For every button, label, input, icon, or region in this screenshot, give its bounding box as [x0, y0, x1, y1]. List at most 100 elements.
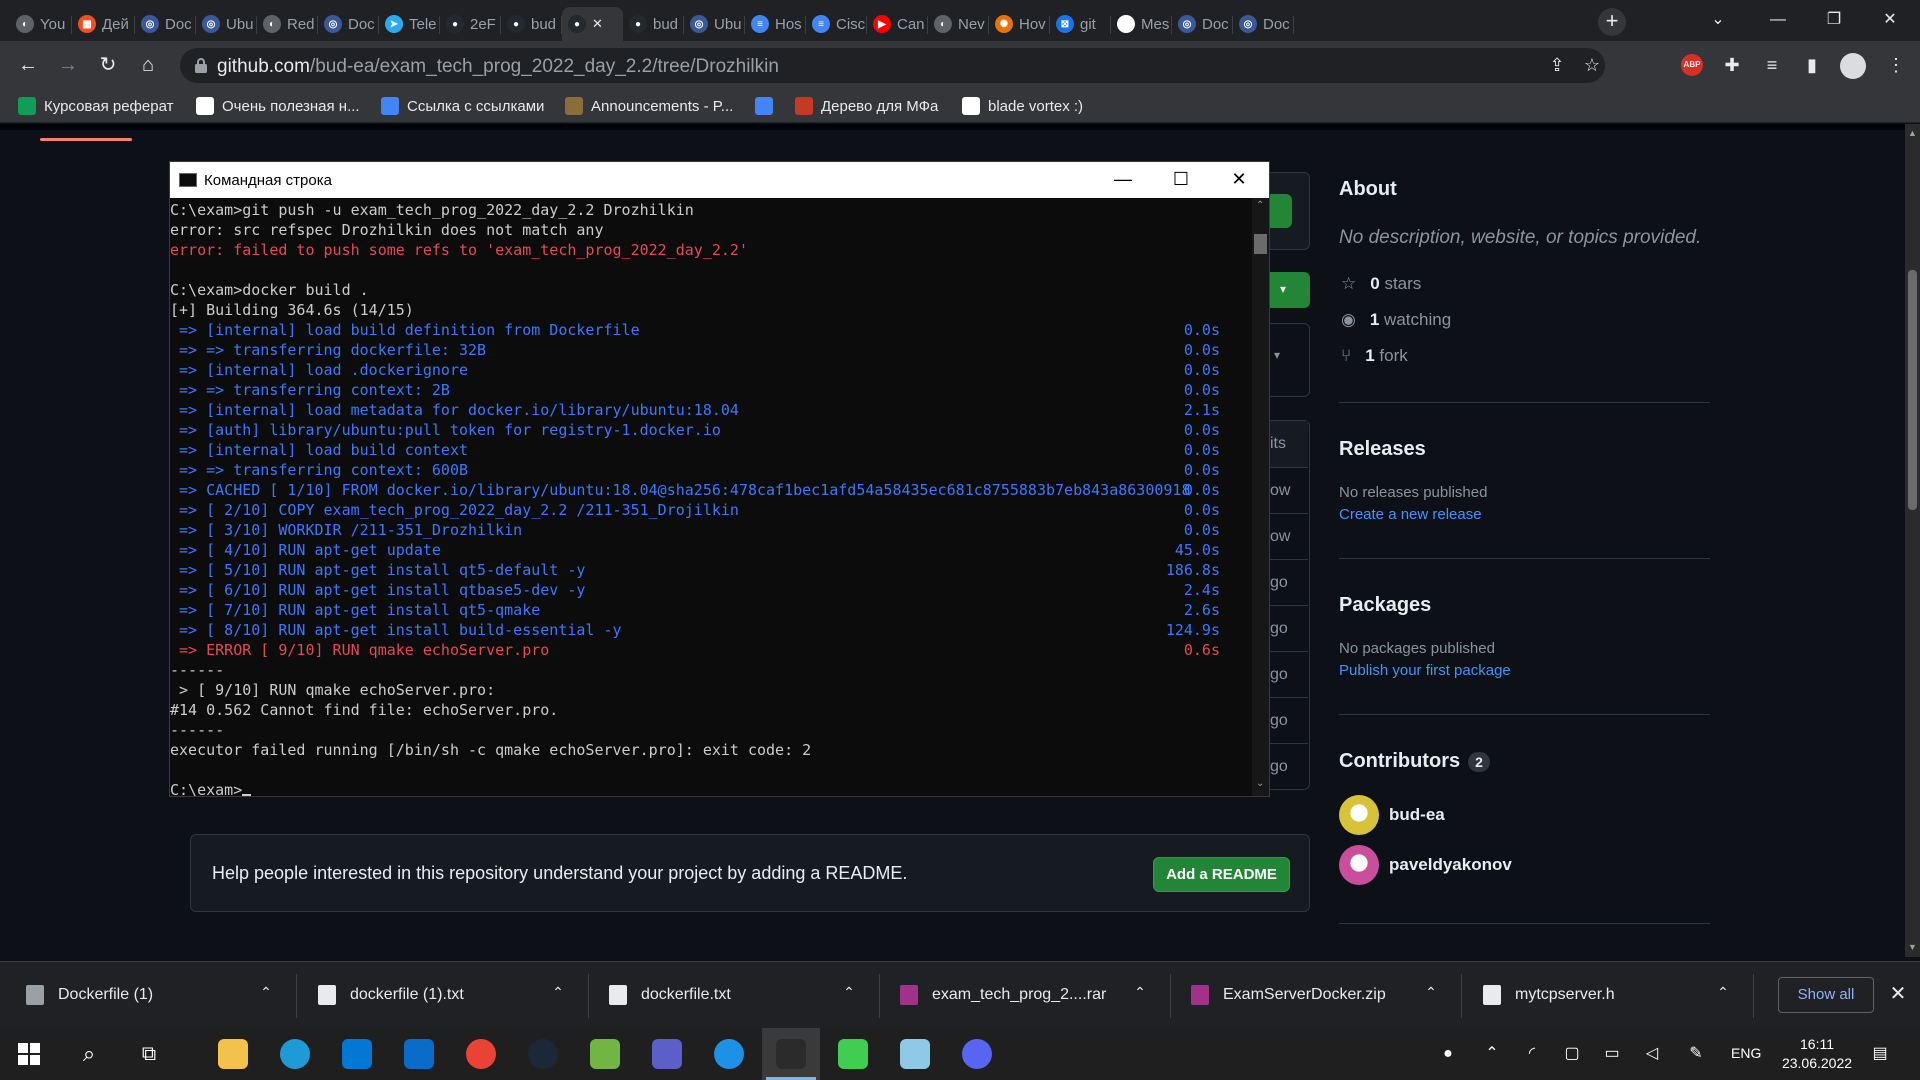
profile-avatar[interactable] — [1840, 53, 1866, 79]
extensions-puzzle-icon[interactable]: ✚ — [1720, 53, 1744, 77]
browser-tab[interactable]: ▶ Can — [867, 7, 928, 41]
cmd-scroll-thumb[interactable] — [1254, 234, 1267, 254]
cmd-console-output[interactable]: C:\exam>git push -u exam_tech_prog_2022_… — [170, 198, 1252, 796]
download-item[interactable]: mytcpserver.h — [1483, 962, 1713, 1028]
browser-tab[interactable]: ● bud — [623, 7, 684, 41]
browser-tab[interactable]: ◐ You — [10, 7, 72, 41]
create-release-link[interactable]: Create a new release — [1339, 506, 1482, 523]
show-all-downloads-button[interactable]: Show all — [1778, 977, 1874, 1013]
download-options-chevron-icon[interactable]: ⌃ — [1421, 984, 1441, 1001]
browser-tab[interactable]: ◎ Ubu — [196, 7, 257, 41]
bookmark-item[interactable]: Announcements - P... — [565, 95, 733, 117]
bookmark-item[interactable]: Ссылка с ссылками — [381, 95, 544, 117]
cmd-scroll-down-icon[interactable]: ⌄ — [1256, 778, 1264, 789]
download-item[interactable]: dockerfile.txt — [609, 962, 839, 1028]
search-icon[interactable]: ⌕ — [60, 1028, 118, 1080]
browser-tab[interactable]: ◎ Doc — [1233, 7, 1294, 41]
contributor-name[interactable]: paveldyakonov — [1389, 855, 1512, 875]
bluetooth-mouse-icon[interactable]: ● — [1436, 1042, 1460, 1066]
wifi-icon[interactable]: ◜ — [1520, 1042, 1544, 1066]
download-options-chevron-icon[interactable]: ⌃ — [256, 984, 276, 1001]
browser-tab[interactable]: ▣ Mes — [1111, 7, 1172, 41]
share-icon[interactable]: ⇪ — [1545, 53, 1569, 77]
download-options-chevron-icon[interactable]: ⌃ — [1713, 984, 1733, 1001]
browser-tab[interactable]: ◎ Doc — [318, 7, 379, 41]
command-prompt-window[interactable]: Командная строка — ☐ ✕ C:\exam>git push … — [169, 161, 1270, 797]
start-button[interactable] — [0, 1028, 58, 1080]
battery-icon[interactable]: ▭ — [1600, 1042, 1624, 1066]
cmd-scroll-up-icon[interactable]: ⌃ — [1256, 200, 1264, 211]
contributor-item[interactable]: paveldyakonov — [1339, 845, 1512, 885]
taskbar-app-store[interactable] — [328, 1028, 386, 1080]
browser-tab[interactable]: ● bud — [501, 7, 562, 41]
cmd-maximize-button[interactable]: ☐ — [1152, 162, 1210, 198]
taskbar-app-cmd[interactable] — [762, 1028, 820, 1080]
browser-tab[interactable]: ● 2eF — [440, 7, 501, 41]
star-bookmark-icon[interactable]: ☆ — [1580, 53, 1604, 77]
scroll-down-arrow-icon[interactable]: ▼ — [1908, 942, 1917, 952]
releases-heading[interactable]: Releases — [1339, 438, 1426, 461]
taskbar-app-docker[interactable] — [700, 1028, 758, 1080]
url-text[interactable]: github.com/bud-ea/exam_tech_prog_2022_da… — [217, 56, 779, 78]
avatar[interactable] — [1339, 795, 1379, 835]
bookmark-item[interactable]: Дерево для МФа — [795, 95, 938, 117]
browser-tab[interactable]: ◎ Ubu — [684, 7, 745, 41]
taskbar-app-explorer[interactable] — [204, 1028, 262, 1080]
bookmark-item[interactable]: Очень полезная н... — [196, 95, 360, 117]
taskbar-app-utorrent[interactable] — [576, 1028, 634, 1080]
browser-tab[interactable]: ≡ Hos — [745, 7, 806, 41]
taskbar-app-chrome[interactable] — [452, 1028, 510, 1080]
close-window-button[interactable]: ✕ — [1862, 0, 1918, 41]
publish-package-link[interactable]: Publish your first package — [1339, 662, 1511, 679]
show-hidden-icons-chevron[interactable]: ⌃ — [1480, 1042, 1504, 1066]
adblock-icon[interactable]: ABP — [1681, 54, 1703, 76]
contributor-name[interactable]: bud-ea — [1389, 805, 1445, 825]
download-options-chevron-icon[interactable]: ⌃ — [839, 984, 859, 1001]
download-item[interactable]: Dockerfile (1) — [26, 962, 256, 1028]
browser-tab[interactable]: ◎ Doc — [135, 7, 196, 41]
taskbar-app-mail[interactable] — [390, 1028, 448, 1080]
download-options-chevron-icon[interactable]: ⌃ — [548, 984, 568, 1001]
browser-tab[interactable]: ◐ Nev — [928, 7, 989, 41]
new-tab-button[interactable]: + — [1598, 8, 1626, 36]
add-readme-button[interactable]: Add a README — [1153, 857, 1290, 892]
page-scrollbar[interactable]: ▲ ▼ — [1905, 124, 1920, 957]
bookmark-item[interactable] — [755, 95, 773, 117]
forks-stat[interactable]: ⑂ 1 fork — [1341, 345, 1408, 367]
bookmark-item[interactable]: blade vortex :) — [962, 95, 1083, 117]
packages-heading[interactable]: Packages — [1339, 594, 1431, 617]
system-clock[interactable]: 16:11 23.06.2022 — [1772, 1035, 1862, 1073]
download-item[interactable]: exam_tech_prog_2....rar — [900, 962, 1130, 1028]
minimize-button[interactable]: — — [1750, 0, 1806, 41]
download-options-chevron-icon[interactable]: ⌃ — [1130, 984, 1150, 1001]
cmd-close-button[interactable]: ✕ — [1210, 162, 1268, 198]
cmd-title-bar[interactable]: Командная строка — ☐ ✕ — [170, 162, 1269, 198]
avatar[interactable] — [1339, 845, 1379, 885]
contributor-item[interactable]: bud-ea — [1339, 795, 1445, 835]
download-item[interactable]: ExamServerDocker.zip — [1191, 962, 1421, 1028]
download-item[interactable]: dockerfile (1).txt — [318, 962, 548, 1028]
taskbar-app-teams[interactable] — [638, 1028, 696, 1080]
close-shelf-icon[interactable]: ✕ — [1886, 982, 1910, 1006]
volume-icon[interactable]: ◁ — [1640, 1042, 1664, 1066]
stars-stat[interactable]: ☆ 0 stars — [1341, 273, 1421, 295]
browser-tab[interactable]: ➤ Tele — [379, 7, 440, 41]
taskbar-app-notepad[interactable] — [886, 1028, 944, 1080]
side-panel-icon[interactable]: ▮ — [1800, 53, 1824, 77]
lock-icon[interactable] — [194, 57, 208, 73]
address-bar[interactable]: github.com/bud-ea/exam_tech_prog_2022_da… — [180, 48, 1605, 83]
cmd-scrollbar[interactable]: ⌃ ⌄ — [1252, 198, 1269, 796]
menu-kebab-icon[interactable]: ⋮ — [1884, 53, 1908, 77]
browser-tab[interactable]: ≡ Cisc — [806, 7, 867, 41]
media-controls-icon[interactable]: ≡ — [1760, 53, 1784, 77]
browser-tab[interactable]: ◎ Doc — [1172, 7, 1233, 41]
browser-tab[interactable]: ⊠ git — [1050, 7, 1111, 41]
browser-tab[interactable]: ✺ Hov — [989, 7, 1050, 41]
taskbar-app-discord[interactable] — [948, 1028, 1006, 1080]
taskbar-app-edge[interactable] — [266, 1028, 324, 1080]
browser-tab[interactable]: ● ✕ — [562, 7, 623, 41]
cmd-minimize-button[interactable]: — — [1094, 162, 1152, 198]
scroll-up-arrow-icon[interactable]: ▲ — [1908, 128, 1917, 138]
taskbar-app-qtcreator[interactable] — [824, 1028, 882, 1080]
notifications-icon[interactable]: ▤ — [1868, 1042, 1892, 1066]
